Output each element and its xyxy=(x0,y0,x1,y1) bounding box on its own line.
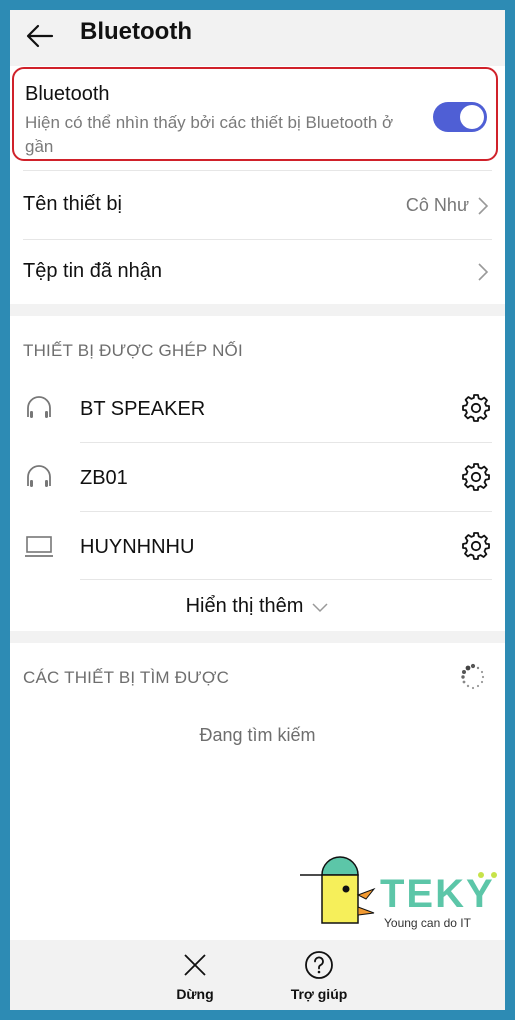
help-icon xyxy=(305,951,333,979)
arrow-left-icon[interactable] xyxy=(24,20,56,52)
bluetooth-switch[interactable] xyxy=(433,102,487,132)
headphones-icon xyxy=(27,396,51,418)
searching-status: Đang tìm kiếm xyxy=(199,725,316,745)
chevron-right-icon xyxy=(478,197,489,215)
chevron-down-icon xyxy=(312,603,328,612)
switch-knob xyxy=(460,105,484,129)
device-name: HUYNHNHU xyxy=(80,536,195,558)
help-label: Trợ giúp xyxy=(290,986,348,1002)
device-name-value: Cô Như xyxy=(405,195,469,215)
device-name: ZB01 xyxy=(80,467,128,489)
gear-icon[interactable] xyxy=(461,393,491,423)
gear-icon[interactable] xyxy=(461,531,491,561)
stop-label: Dừng xyxy=(176,986,214,1002)
available-devices-header: CÁC THIẾT BỊ TÌM ĐƯỢC xyxy=(23,668,230,687)
paired-device-row[interactable]: HUYNHNHU xyxy=(10,512,505,580)
paired-device-row[interactable]: BT SPEAKER xyxy=(10,374,505,442)
received-files-row[interactable]: Tệp tin đã nhận xyxy=(10,240,505,304)
loading-spinner-icon xyxy=(461,663,485,690)
section-gap xyxy=(10,304,505,316)
page-title: Bluetooth xyxy=(80,18,192,45)
teky-logo: TEKY Young can do IT xyxy=(300,856,497,930)
bluetooth-toggle-subtitle: Hiện có thể nhìn thấy bởi các thiết bị B… xyxy=(25,113,394,156)
show-more-label: Hiển thị thêm xyxy=(185,595,304,617)
headphones-icon xyxy=(27,465,51,487)
divider xyxy=(80,579,492,580)
app-bar: Bluetooth xyxy=(10,10,505,66)
show-more-button[interactable]: Hiển thị thêm xyxy=(10,595,505,618)
bottom-action-bar: Dừng Trợ giúp xyxy=(10,940,505,1010)
section-gap xyxy=(10,631,505,643)
bluetooth-toggle-title: Bluetooth xyxy=(25,83,110,105)
bluetooth-toggle-row[interactable]: Bluetooth Hiện có thể nhìn thấy bởi các … xyxy=(12,67,498,161)
logo-tagline: Young can do IT xyxy=(384,916,472,930)
chevron-right-icon xyxy=(478,263,489,281)
gear-icon[interactable] xyxy=(461,462,491,492)
bluetooth-settings-screen: Bluetooth Bluetooth Hiện có thể nhìn thấ… xyxy=(10,10,505,1010)
device-name-label: Tên thiết bị xyxy=(23,193,122,215)
stop-button[interactable]: Dừng xyxy=(150,940,240,1010)
logo-brand: TEKY xyxy=(380,872,495,916)
device-name-row[interactable]: Tên thiết bị Cô Như xyxy=(10,171,505,239)
paired-devices-header: THIẾT BỊ ĐƯỢC GHÉP NỐI xyxy=(23,341,243,360)
paired-device-row[interactable]: ZB01 xyxy=(10,443,505,511)
received-files-label: Tệp tin đã nhận xyxy=(23,260,162,282)
help-button[interactable]: Trợ giúp xyxy=(274,940,364,1010)
close-icon xyxy=(184,954,206,976)
laptop-icon xyxy=(25,536,53,557)
device-name: BT SPEAKER xyxy=(80,398,206,420)
